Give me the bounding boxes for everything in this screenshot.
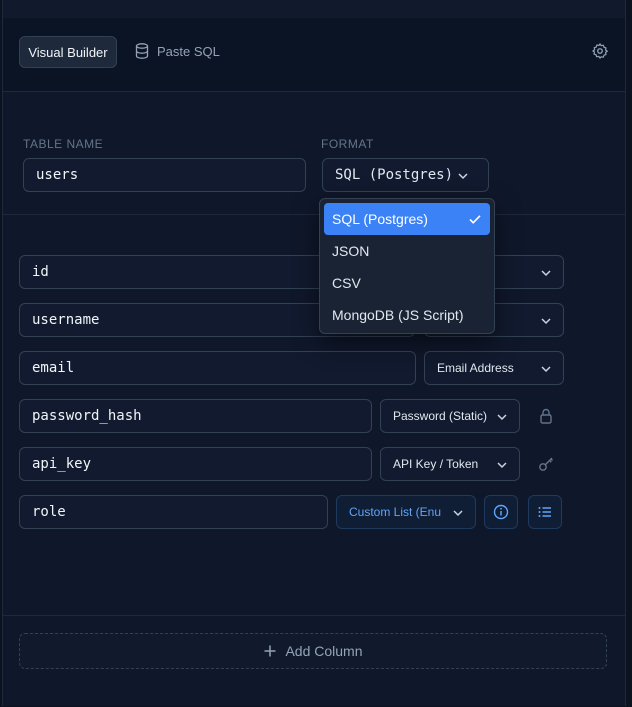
format-option-label: CSV [332, 275, 361, 291]
check-icon [469, 215, 481, 224]
format-option-sql-postgres[interactable]: SQL (Postgres) [324, 203, 490, 235]
table-settings: TABLE NAME users FORMAT SQL (Postgres) [3, 92, 625, 215]
format-option-label: JSON [332, 243, 370, 259]
chevron-down-icon [541, 270, 551, 277]
column-type-select[interactable]: Email Address [424, 351, 564, 385]
column-type-select[interactable]: Custom List (Enum) [336, 495, 476, 529]
header: Visual Builder Paste SQL [3, 18, 625, 92]
column-type-value: Custom List (Enum) [349, 505, 441, 519]
table-name-label: TABLE NAME [23, 137, 104, 151]
table-name-input[interactable]: users [23, 158, 306, 192]
top-strip [3, 0, 625, 18]
format-option-mongodb[interactable]: MongoDB (JS Script) [324, 299, 490, 331]
column-type-value: API Key / Token [393, 457, 479, 471]
format-option-json[interactable]: JSON [324, 235, 490, 267]
key-icon[interactable] [537, 455, 555, 473]
chevron-down-icon [541, 318, 551, 325]
format-dropdown-menu: SQL (Postgres) JSON CSV MongoDB (JS Scri… [319, 198, 495, 334]
chevron-down-icon [458, 173, 468, 180]
column-name-input[interactable]: role [19, 495, 328, 529]
column-type-select[interactable]: Password (Static) [380, 399, 520, 433]
info-icon [493, 504, 509, 520]
format-select[interactable]: SQL (Postgres) [322, 158, 489, 192]
column-type-value: Email Address [437, 361, 514, 375]
footer: Add Column [3, 615, 625, 707]
chevron-down-icon [497, 462, 507, 469]
add-column-button[interactable]: Add Column [19, 633, 607, 669]
column-name-input[interactable]: email [19, 351, 416, 385]
list-icon [538, 507, 551, 517]
add-column-label: Add Column [285, 643, 363, 659]
chevron-down-icon [541, 366, 551, 373]
enum-values-button[interactable] [528, 495, 562, 529]
database-icon [135, 43, 149, 59]
gear-icon[interactable] [591, 42, 609, 60]
tab-paste-sql-label: Paste SQL [157, 43, 220, 59]
lock-icon [540, 408, 552, 424]
plus-icon [264, 645, 276, 657]
chevron-down-icon [497, 414, 507, 421]
column-type-select[interactable]: API Key / Token [380, 447, 520, 481]
format-label: FORMAT [321, 137, 374, 151]
tab-paste-sql[interactable]: Paste SQL [135, 36, 220, 66]
column-type-value: Password (Static) [393, 409, 488, 423]
column-name-input[interactable]: api_key [19, 447, 372, 481]
column-name-input[interactable]: password_hash [19, 399, 372, 433]
format-option-label: MongoDB (JS Script) [332, 307, 464, 323]
format-option-csv[interactable]: CSV [324, 267, 490, 299]
tab-visual-builder[interactable]: Visual Builder [19, 36, 117, 68]
format-option-label: SQL (Postgres) [332, 211, 428, 227]
chevron-down-icon [451, 506, 465, 520]
builder-panel: Visual Builder Paste SQL TABLE NAME user… [2, 0, 626, 706]
enum-info-button[interactable] [484, 495, 518, 529]
format-select-value: SQL (Postgres) [335, 167, 454, 183]
